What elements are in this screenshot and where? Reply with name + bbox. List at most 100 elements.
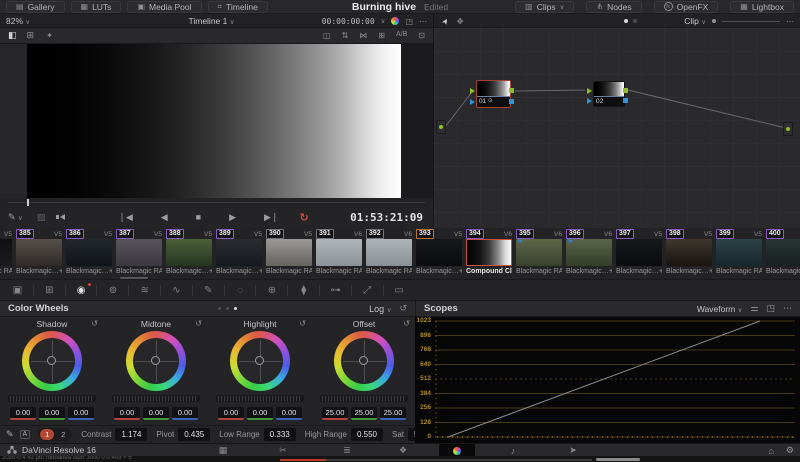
tab-lightbox[interactable]: ▦Lightbox∨ bbox=[730, 1, 794, 13]
wheel-balance-handle[interactable] bbox=[151, 356, 160, 365]
clip-thumbnail[interactable]: ⚑ bbox=[716, 239, 762, 266]
clip-thumbnail[interactable]: ⚑ bbox=[266, 239, 312, 266]
master-wheel-slider[interactable] bbox=[320, 395, 408, 402]
clip-cell[interactable]: 397 V5 ⚑ Blackmagic…✳ bbox=[614, 228, 664, 280]
tab-nodes[interactable]: ⋔Nodes∨ bbox=[586, 1, 641, 13]
wheel-reset-icon[interactable]: ↺ bbox=[403, 319, 410, 328]
window-icon[interactable]: ◌ bbox=[225, 280, 256, 301]
viewer-zoom-select[interactable]: 82% ∨ bbox=[6, 16, 30, 26]
green-value[interactable]: 0.00 bbox=[39, 407, 65, 420]
tracker-icon[interactable]: ⊕ bbox=[256, 280, 287, 301]
key-output-port[interactable] bbox=[623, 98, 628, 103]
red-value[interactable]: 0.00 bbox=[114, 407, 140, 420]
loop-button[interactable]: ↻ bbox=[300, 211, 309, 224]
clip-cell[interactable]: 392 V6 ⚑ Blackmagic RAW✳ bbox=[364, 228, 414, 280]
tab-openfx[interactable]: fxOpenFX∨ bbox=[654, 1, 719, 13]
scope-settings-icon[interactable]: ⚌ bbox=[750, 303, 758, 314]
key-input-port[interactable] bbox=[470, 99, 475, 105]
clip-thumbnail[interactable]: ⚑ bbox=[66, 239, 112, 266]
clip-strip-scrollbar[interactable] bbox=[120, 277, 148, 279]
adjustment-value[interactable]: 0.550 bbox=[351, 428, 383, 441]
corrector-node-01[interactable]: 01 ⊙ bbox=[476, 80, 511, 108]
node-options-icon[interactable]: ⋯ bbox=[786, 17, 794, 26]
clip-cell[interactable]: 396 V6 ⚑ Blackmagic…✳ bbox=[564, 228, 614, 280]
rgb-output-port[interactable] bbox=[623, 88, 628, 93]
clip-cell[interactable]: 384 V5 ⚑ Blackmagic RAW✳ bbox=[0, 228, 14, 280]
blue-value[interactable]: 0.00 bbox=[276, 407, 302, 420]
wipe-invert-icon[interactable]: ⋈ bbox=[359, 31, 367, 40]
red-value[interactable]: 25.00 bbox=[322, 407, 348, 420]
image-wipe-icon[interactable]: ⇅ bbox=[342, 31, 349, 40]
audio-mute-icon[interactable] bbox=[60, 214, 65, 220]
clip-thumbnail[interactable]: ⚑ bbox=[516, 239, 562, 266]
node-graph[interactable]: 01 ⊙ 02 bbox=[434, 28, 800, 228]
tab-timeline[interactable]: ⌗Timeline∨ bbox=[208, 1, 268, 13]
project-manager-icon[interactable]: ⌂ bbox=[768, 446, 773, 456]
key-icon[interactable]: ⊶ bbox=[320, 280, 351, 301]
corrector-node-02[interactable]: 02 bbox=[593, 81, 625, 107]
master-wheel-slider[interactable] bbox=[216, 395, 304, 402]
wheel-balance-handle[interactable] bbox=[359, 356, 368, 365]
camera-raw-icon[interactable]: ▣ bbox=[2, 280, 33, 301]
rgb-input-port[interactable] bbox=[587, 88, 592, 94]
blue-value[interactable]: 0.00 bbox=[68, 407, 94, 420]
key-output-port[interactable] bbox=[509, 99, 514, 104]
node-zoom-slider[interactable] bbox=[722, 21, 780, 22]
rgb-input-port[interactable] bbox=[470, 88, 475, 94]
color-match-icon[interactable]: ⊞ bbox=[34, 280, 65, 301]
adjustment-page-2[interactable]: 2 bbox=[56, 429, 70, 440]
step-back-button[interactable]: ◀ bbox=[161, 212, 168, 223]
tab-clips[interactable]: ▥Clips∨ bbox=[515, 1, 574, 13]
clip-thumbnail[interactable]: ⚑ bbox=[466, 239, 512, 266]
master-wheel-slider[interactable] bbox=[112, 395, 200, 402]
clip-cell[interactable]: 388 V5 ⚑ Blackmagic…✳ bbox=[164, 228, 214, 280]
blue-value[interactable]: 0.00 bbox=[172, 407, 198, 420]
node-page-dot-active[interactable] bbox=[624, 19, 628, 23]
wheel-reset-icon[interactable]: ↺ bbox=[299, 319, 306, 328]
tab-media-pool[interactable]: ▣Media Pool∨ bbox=[127, 1, 201, 13]
clip-thumbnail[interactable]: ⚑ bbox=[0, 239, 12, 266]
annotation-pen-icon[interactable]: ✎ ∨ bbox=[8, 212, 23, 223]
clip-cell[interactable]: 386 V5 ⚑ Blackmagic…✳ bbox=[64, 228, 114, 280]
green-value[interactable]: 25.00 bbox=[351, 407, 377, 420]
qualifier-icon[interactable]: ✎ bbox=[193, 280, 224, 301]
goto-last-frame-button[interactable]: ▶❘ bbox=[264, 212, 278, 223]
viewer-scrub-bar[interactable] bbox=[0, 198, 433, 206]
clip-cell[interactable]: 398 V5 ⚑ Blackmagic…✳ bbox=[664, 228, 714, 280]
clip-thumbnail[interactable]: ⚑ bbox=[616, 239, 662, 266]
clip-thumbnail[interactable]: ⚑ bbox=[116, 239, 162, 266]
source-input-node[interactable] bbox=[436, 120, 446, 134]
clip-cell[interactable]: 389 V5 ⚑ Blackmagic…✳ bbox=[214, 228, 264, 280]
clip-cell[interactable]: 400 V6 ⚑ Blackmagic…✳ bbox=[764, 228, 800, 280]
adjustment-value[interactable]: 0.333 bbox=[264, 428, 296, 441]
clip-thumbnail[interactable]: ⚑ bbox=[666, 239, 712, 266]
adjustment-value[interactable]: 1.174 bbox=[115, 428, 147, 441]
adjustment-pager[interactable]: 1 2 bbox=[38, 428, 72, 441]
clip-cell[interactable]: 395 V6 ⚑ Blackmagic RAW✳ bbox=[514, 228, 564, 280]
green-value[interactable]: 0.00 bbox=[143, 407, 169, 420]
clip-cell[interactable]: 399 V5 ⚑ Blackmagic RAW✳ bbox=[714, 228, 764, 280]
playhead-marker[interactable] bbox=[27, 199, 29, 206]
curves-icon[interactable]: ∿ bbox=[161, 280, 192, 301]
green-value[interactable]: 0.00 bbox=[247, 407, 273, 420]
clip-thumbnail[interactable]: ⚑ bbox=[766, 239, 800, 266]
node-pan-hand-icon[interactable]: ✥ bbox=[457, 17, 464, 26]
viewer-canvas[interactable] bbox=[0, 44, 433, 198]
split-screen-icon[interactable]: ◫ bbox=[323, 31, 331, 40]
red-value[interactable]: 0.00 bbox=[10, 407, 36, 420]
scope-expand-icon[interactable]: ◳ bbox=[766, 303, 775, 314]
master-wheel-slider[interactable] bbox=[8, 395, 96, 402]
color-wheel[interactable] bbox=[334, 331, 394, 391]
image-overlay-icon[interactable]: ▨ bbox=[37, 212, 46, 223]
clip-thumbnail[interactable]: ⚑ bbox=[316, 239, 362, 266]
hdr-grade-icon[interactable]: ⊚ bbox=[97, 280, 128, 301]
play-button[interactable]: ▶ bbox=[229, 212, 236, 223]
color-wheel[interactable] bbox=[126, 331, 186, 391]
wheel-reset-icon[interactable]: ↺ bbox=[91, 319, 98, 328]
blue-value[interactable]: 25.00 bbox=[380, 407, 406, 420]
clip-thumbnail[interactable]: ⚑ bbox=[566, 239, 612, 266]
viewer-timecode[interactable]: 00:00:00:00 bbox=[322, 17, 375, 26]
clip-thumbnail[interactable]: ⚑ bbox=[416, 239, 462, 266]
timeline-selector[interactable]: Timeline 1 ∨ bbox=[140, 16, 283, 26]
color-wheels-icon[interactable]: ◉ bbox=[66, 280, 97, 301]
